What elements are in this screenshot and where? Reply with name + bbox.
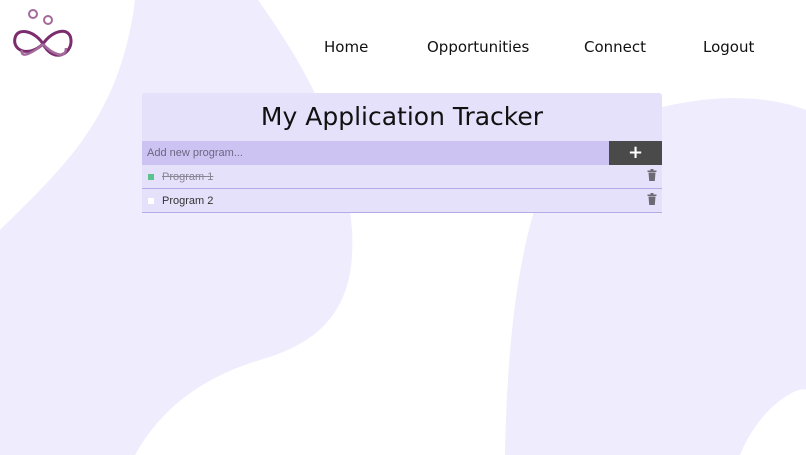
tracker-title: My Application Tracker bbox=[260, 102, 544, 131]
application-tracker-card: My Application Tracker + Program 1 Progr… bbox=[142, 93, 662, 213]
program-label[interactable]: Program 2 bbox=[162, 189, 213, 213]
trash-icon[interactable] bbox=[647, 169, 657, 181]
program-list-item: Program 2 bbox=[142, 189, 662, 213]
nav-connect-link[interactable]: Connect bbox=[584, 36, 646, 58]
program-list-item: Program 1 bbox=[142, 165, 662, 189]
nav-opportunities-link[interactable]: Opportunities bbox=[427, 36, 529, 58]
completed-checkbox[interactable] bbox=[148, 174, 154, 180]
add-program-input[interactable] bbox=[142, 141, 609, 165]
background-blobs bbox=[0, 0, 806, 455]
add-program-row: + bbox=[142, 141, 662, 165]
incomplete-checkbox[interactable] bbox=[148, 198, 154, 204]
program-label[interactable]: Program 1 bbox=[162, 165, 213, 189]
add-program-button[interactable]: + bbox=[609, 141, 662, 165]
trash-icon[interactable] bbox=[647, 193, 657, 205]
top-navigation: Home Opportunities Connect Logout bbox=[0, 36, 806, 58]
nav-logout-link[interactable]: Logout bbox=[703, 36, 754, 58]
nav-home-link[interactable]: Home bbox=[324, 36, 368, 58]
plus-icon: + bbox=[627, 142, 644, 163]
